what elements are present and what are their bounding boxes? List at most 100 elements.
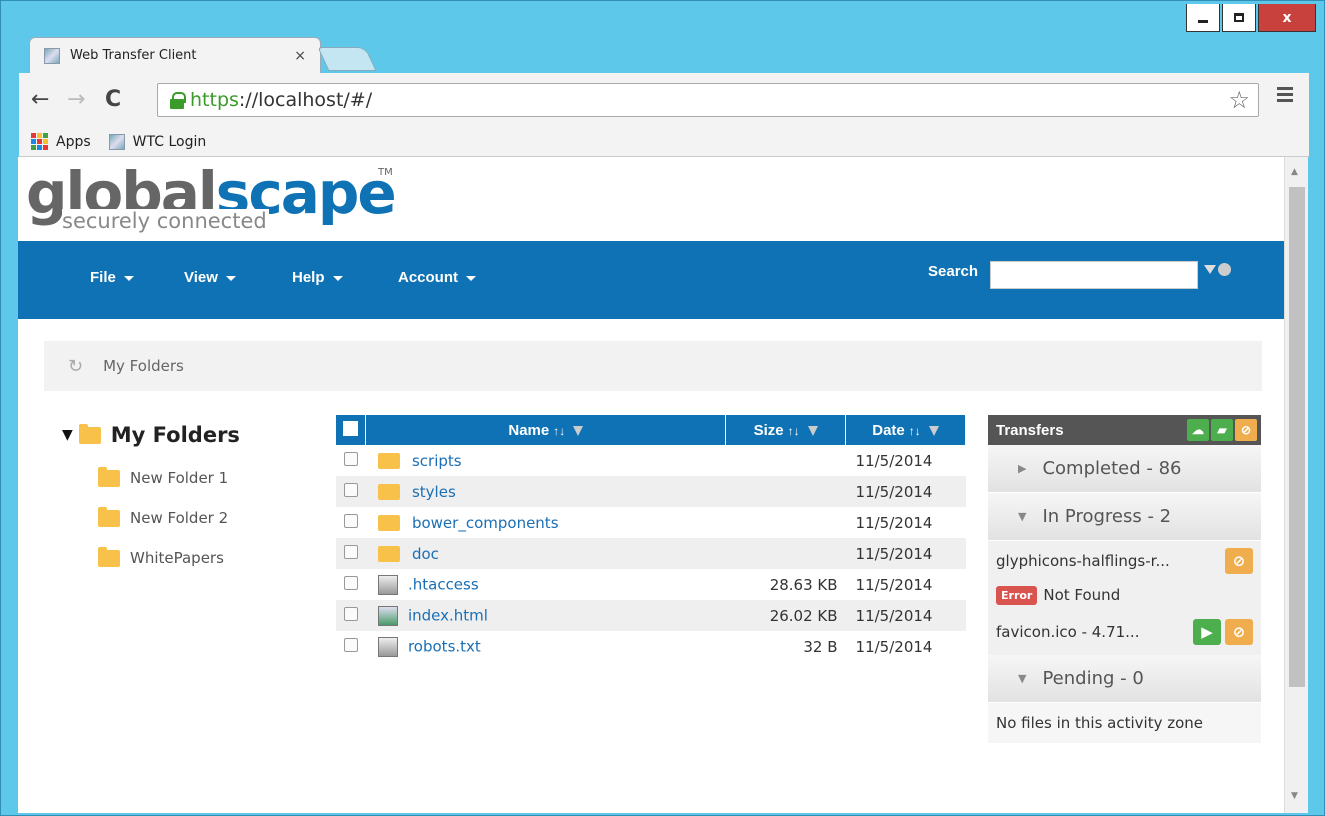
cancel-transfer-icon[interactable]: ⊘ (1225, 548, 1253, 574)
folder-icon (78, 423, 101, 444)
menu-view[interactable]: View (184, 269, 236, 286)
file-name-link[interactable]: doc (412, 545, 439, 563)
tab-favicon-icon (44, 47, 60, 64)
cancel-transfer-icon[interactable]: ⊘ (1225, 619, 1253, 645)
file-name-link[interactable]: .htaccess (408, 575, 479, 593)
file-name-link[interactable]: scripts (412, 452, 462, 470)
tree-item-new-folder-1[interactable]: New Folder 1 (98, 466, 228, 487)
file-name-link[interactable]: robots.txt (408, 637, 481, 655)
folder-icon (98, 546, 120, 567)
row-checkbox[interactable] (343, 575, 358, 590)
row-checkbox[interactable] (343, 637, 358, 652)
row-checkbox[interactable] (343, 482, 358, 497)
sort-icon: ↑↓ (553, 423, 566, 438)
file-name-link[interactable]: bower_components (412, 514, 559, 532)
table-row[interactable]: index.html 26.02 KB 11/5/2014 (336, 600, 966, 631)
menu-account[interactable]: Account (398, 269, 476, 286)
bookmarks-bar: Apps WTC Login (19, 127, 1309, 157)
scroll-thumb[interactable] (1289, 187, 1305, 687)
open-folder-icon[interactable]: ▰ (1211, 419, 1233, 441)
transfer-file-name: favicon.ico - 4.71... (996, 623, 1140, 641)
close-window-button[interactable]: x (1258, 4, 1316, 32)
pending-section[interactable]: ▼ Pending - 0 (988, 655, 1261, 703)
column-header-size[interactable]: Size ↑↓ (725, 415, 847, 445)
file-name-link[interactable]: styles (412, 483, 456, 501)
transfers-panel: Transfers ☁ ▰ ⊘ ▶ Completed - 86 ▼ In Pr… (988, 415, 1261, 743)
upload-cloud-icon[interactable]: ☁ (1187, 419, 1209, 441)
row-checkbox[interactable] (343, 513, 358, 528)
caret-down-icon (225, 275, 236, 281)
scroll-down-icon[interactable]: ▼ (1291, 791, 1298, 801)
tree-root-label: My Folders (110, 423, 240, 447)
vertical-scrollbar[interactable]: ▲ ▼ (1284, 157, 1308, 813)
breadcrumb-item[interactable]: My Folders (103, 357, 184, 375)
cancel-all-icon[interactable]: ⊘ (1235, 419, 1257, 441)
browser-tab[interactable]: Web Transfer Client × (29, 37, 321, 73)
select-all-header[interactable] (336, 415, 367, 445)
triangle-down-icon: ▼ (1018, 510, 1027, 523)
globe-icon[interactable] (1218, 263, 1231, 276)
error-badge: Error (996, 585, 1038, 605)
table-row[interactable]: bower_components 11/5/2014 (336, 507, 966, 538)
refresh-icon[interactable]: ↻ (68, 356, 83, 377)
maximize-icon (1234, 13, 1244, 22)
table-row[interactable]: scripts 11/5/2014 (336, 445, 966, 476)
transfer-error-row: Error Not Found (988, 581, 1261, 609)
forward-arrow-icon[interactable]: → (67, 87, 85, 112)
row-checkbox[interactable] (343, 451, 358, 466)
maximize-button[interactable] (1222, 4, 1256, 32)
address-bar[interactable]: https://localhost/#/ ☆ (157, 83, 1259, 117)
main-navbar: File View Help Account Search (18, 241, 1284, 319)
reload-icon[interactable]: C (105, 87, 121, 112)
search-input[interactable] (990, 261, 1198, 289)
page-viewport: globalscape TM securely connected File V… (18, 157, 1284, 813)
filter-icon (573, 425, 584, 436)
tree-root-my-folders[interactable]: ▼ My Folders (62, 423, 240, 447)
menu-help[interactable]: Help (292, 269, 343, 286)
window-controls: x (1186, 4, 1316, 32)
column-header-name[interactable]: Name ↑↓ (365, 415, 727, 445)
search-label: Search (928, 263, 979, 280)
tab-close-icon[interactable]: × (294, 48, 306, 64)
caret-down-icon (123, 275, 134, 281)
new-tab-button[interactable] (317, 47, 377, 71)
folder-icon (377, 515, 400, 531)
empty-activity-note: No files in this activity zone (988, 703, 1261, 743)
transfer-item: glyphicons-halflings-r... ⊘ (988, 541, 1261, 581)
bookmark-wtc-login[interactable]: WTC Login (133, 134, 207, 150)
globalscape-logo: globalscape TM securely connected (26, 159, 397, 233)
browser-menu-icon[interactable] (1277, 87, 1293, 105)
row-checkbox[interactable] (343, 544, 358, 559)
select-all-checkbox[interactable] (343, 420, 359, 436)
sort-icon: ↑↓ (787, 423, 800, 438)
filter-icon[interactable] (1204, 265, 1216, 274)
minimize-icon (1198, 20, 1208, 23)
folder-icon (377, 484, 400, 500)
bookmark-apps[interactable]: Apps (56, 134, 91, 150)
table-row[interactable]: robots.txt 32 B 11/5/2014 (336, 631, 966, 662)
tree-item-whitepapers[interactable]: WhitePapers (98, 546, 224, 567)
html-file-icon (377, 605, 398, 626)
error-message: Not Found (1043, 586, 1121, 604)
scroll-up-icon[interactable]: ▲ (1291, 167, 1298, 177)
in-progress-section[interactable]: ▼ In Progress - 2 (988, 493, 1261, 541)
table-row[interactable]: styles 11/5/2014 (336, 476, 966, 507)
table-row[interactable]: doc 11/5/2014 (336, 538, 966, 569)
file-name-link[interactable]: index.html (408, 606, 488, 624)
minimize-button[interactable] (1186, 4, 1220, 32)
row-checkbox[interactable] (343, 606, 358, 621)
chevron-down-icon[interactable]: ▼ (62, 427, 73, 443)
back-arrow-icon[interactable]: ← (31, 87, 49, 112)
bookmark-star-icon[interactable]: ☆ (1228, 86, 1250, 114)
column-header-date[interactable]: Date ↑↓ (845, 415, 966, 445)
file-table: Name ↑↓ Size ↑↓ Date ↑↓ scripts 11/5/2014 s… (336, 415, 966, 662)
play-icon[interactable]: ▶ (1193, 619, 1221, 645)
filter-icon (928, 425, 939, 436)
menu-file[interactable]: File (90, 269, 134, 286)
triangle-down-icon: ▼ (1018, 672, 1027, 685)
url-path: ://localhost/#/ (238, 89, 373, 111)
wtc-favicon-icon (108, 133, 125, 150)
table-row[interactable]: .htaccess 28.63 KB 11/5/2014 (336, 569, 966, 600)
tree-item-new-folder-2[interactable]: New Folder 2 (98, 506, 228, 527)
completed-section[interactable]: ▶ Completed - 86 (988, 445, 1261, 493)
